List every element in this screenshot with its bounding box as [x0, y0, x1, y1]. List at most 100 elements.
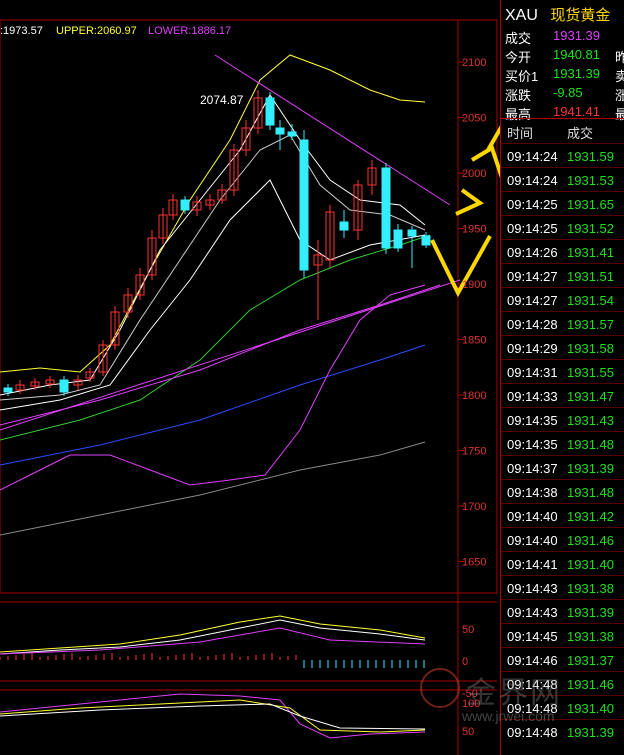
- boll-lower-value: LOWER:1886.17: [148, 25, 232, 37]
- tick-row[interactable]: 09:14:24 1931.59: [501, 143, 624, 167]
- candle-body: [59, 379, 69, 393]
- tick-row[interactable]: 09:14:41 1931.40: [501, 551, 624, 575]
- tick-row[interactable]: 09:14:24 1931.53: [501, 167, 624, 191]
- tick-price: 1931.59: [567, 149, 614, 164]
- candle-body: [381, 167, 391, 249]
- tick-price: 1931.37: [567, 653, 614, 668]
- tick-row[interactable]: 09:14:27 1931.54: [501, 287, 624, 311]
- watermark-text: 金界网: [466, 676, 562, 711]
- tick-row[interactable]: 09:14:27 1931.51: [501, 263, 624, 287]
- candle-body: [339, 221, 349, 231]
- annotation-arrow-icon: [455, 188, 484, 216]
- tick-row[interactable]: 09:14:25 1931.65: [501, 191, 624, 215]
- quote-label: 今开: [505, 50, 532, 65]
- quote-extra: 卖: [615, 69, 624, 84]
- tick-price: 1931.57: [567, 317, 614, 332]
- price-axis-label: 1650: [462, 557, 486, 569]
- price-axis-label: 2100: [462, 57, 486, 69]
- tick-row[interactable]: 09:14:37 1931.39: [501, 455, 624, 479]
- quote-value: 1940.81: [553, 47, 600, 62]
- header-trade: 成交: [567, 126, 594, 141]
- macd-axis-label: 0: [462, 656, 468, 668]
- candle-body: [275, 127, 285, 135]
- tick-price: 1931.53: [567, 173, 614, 188]
- ma120-line: [0, 344, 426, 466]
- tick-time: 09:14:27: [507, 269, 558, 284]
- tick-row[interactable]: 09:14:29 1931.58: [501, 335, 624, 359]
- candle-body: [299, 139, 309, 271]
- tick-row[interactable]: 09:14:33 1931.47: [501, 383, 624, 407]
- tick-price: 1931.40: [567, 701, 614, 716]
- tick-time: 09:14:24: [507, 149, 558, 164]
- tick-row[interactable]: 09:14:40 1931.42: [501, 503, 624, 527]
- tick-time: 09:14:26: [507, 245, 558, 260]
- quote-value: 1931.39: [553, 66, 600, 81]
- tick-price: 1931.38: [567, 629, 614, 644]
- quote-row: 涨跌 -9.85 涨: [503, 85, 624, 103]
- boll-upper-value: UPPER:2060.97: [56, 25, 137, 37]
- tick-row[interactable]: 09:14:38 1931.48: [501, 479, 624, 503]
- tick-price: 1931.42: [567, 509, 614, 524]
- tick-time: 09:14:40: [507, 533, 558, 548]
- tick-price: 1931.40: [567, 557, 614, 572]
- tick-row[interactable]: 09:14:28 1931.57: [501, 311, 624, 335]
- quote-value: 1941.41: [553, 104, 600, 119]
- candle-body: [3, 387, 13, 393]
- tick-price: 1931.58: [567, 341, 614, 356]
- kline-chart[interactable]: 2100 2050 2000 1950 1900 1850 1800 1750 1700 1650…: [0, 0, 500, 755]
- tick-row[interactable]: 09:14:43 1931.39: [501, 599, 624, 623]
- kline-chart-area[interactable]: 2100 2050 2000 1950 1900 1850 1800 1750 1700 1650…: [0, 0, 500, 755]
- tick-row[interactable]: 09:14:35 1931.43: [501, 407, 624, 431]
- tick-time: 09:14:29: [507, 341, 558, 356]
- price-axis-label: 1850: [462, 335, 486, 347]
- macd-axis-label: 50: [462, 624, 474, 636]
- peak-price-label: 2074.87: [200, 93, 244, 107]
- tick-time: 09:14:38: [507, 485, 558, 500]
- price-axis-label: 1950: [462, 224, 486, 236]
- boll-mid-value: :1973.57: [0, 25, 43, 37]
- tick-time: 09:14:25: [507, 221, 558, 236]
- ma250-line: [0, 441, 426, 536]
- tick-time: 09:14:31: [507, 365, 558, 380]
- kdj-k-line: [0, 703, 426, 730]
- price-axis-label: 1750: [462, 446, 486, 458]
- tick-time: 09:14:37: [507, 461, 558, 476]
- candle-body: [393, 229, 403, 249]
- tick-time: 09:14:28: [507, 317, 558, 332]
- quote-value: 1931.39: [553, 28, 600, 43]
- tick-price: 1931.39: [567, 605, 614, 620]
- header-time: 时间: [507, 126, 534, 141]
- candle-body: [287, 131, 297, 137]
- tick-price: 1931.39: [567, 725, 614, 740]
- main-panel-frame: [0, 19, 498, 594]
- tick-price: 1931.41: [567, 245, 614, 260]
- tick-time: 09:14:25: [507, 197, 558, 212]
- quote-row: 成交 1931.39: [503, 28, 624, 46]
- tick-price: 1931.54: [567, 293, 614, 308]
- tick-row[interactable]: 09:14:45 1931.38: [501, 623, 624, 647]
- ma20-line: [0, 179, 426, 411]
- tick-time: 09:14:43: [507, 581, 558, 596]
- tick-price: 1931.38: [567, 581, 614, 596]
- tick-row[interactable]: 09:14:31 1931.55: [501, 359, 624, 383]
- candle-body: [407, 229, 417, 237]
- tick-row[interactable]: 09:14:35 1931.48: [501, 431, 624, 455]
- tick-row[interactable]: 09:14:43 1931.38: [501, 575, 624, 599]
- quote-panel: XAU 现货黄金 成交 1931.39 今开 1940.81 昨买价1 1931.39 卖涨…: [500, 0, 624, 755]
- annotation-arrow-icon: [486, 125, 500, 152]
- tick-row[interactable]: 09:14:25 1931.52: [501, 215, 624, 239]
- tick-time: 09:14:46: [507, 653, 558, 668]
- symbol-code: XAU: [505, 7, 538, 24]
- watermark-logo-icon: [420, 668, 460, 708]
- price-axis-label: 1800: [462, 390, 486, 402]
- tick-row[interactable]: 09:14:40 1931.46: [501, 527, 624, 551]
- quote-label: 买价1: [505, 69, 539, 84]
- macd-dea-line: [0, 619, 426, 655]
- ma60-line: [0, 284, 441, 426]
- tick-price: 1931.48: [567, 437, 614, 452]
- kdj-axis-label: 50: [462, 726, 474, 738]
- quote-extra: 涨: [615, 88, 624, 103]
- tick-row[interactable]: 09:14:26 1931.41: [501, 239, 624, 263]
- kdj-d-line: [0, 699, 426, 733]
- price-axis-label: 2050: [462, 113, 486, 125]
